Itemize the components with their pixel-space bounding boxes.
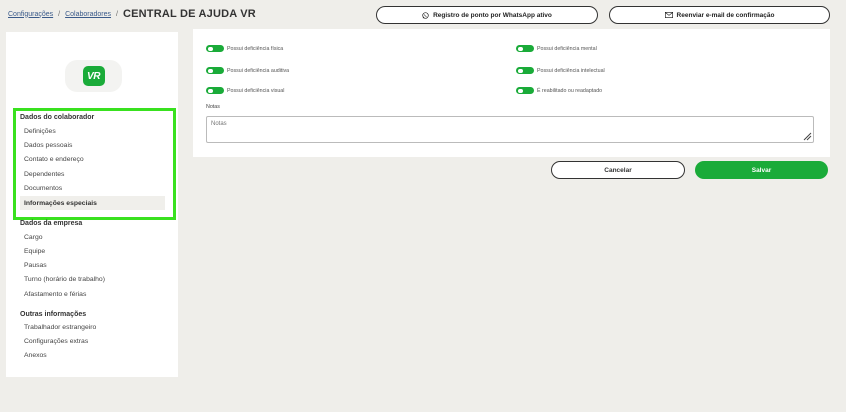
sidebar-item-pausas[interactable]: Pausas <box>20 258 165 272</box>
page-title: CENTRAL DE AJUDA VR <box>122 8 256 20</box>
toggle-switch[interactable] <box>516 67 534 74</box>
sidebar-item-trabalhador-estrangeiro[interactable]: Trabalhador estrangeiro <box>20 320 165 334</box>
sidebar-item-definicoes[interactable]: Definições <box>20 124 165 138</box>
toggle-label: É reabilitado ou readaptado <box>537 87 603 94</box>
resend-email-label: Reenviar e-mail de confirmação <box>676 11 775 19</box>
toggle-switch[interactable] <box>516 45 534 52</box>
notes-label: Notas <box>206 104 220 110</box>
toggle-switch[interactable] <box>206 87 224 94</box>
toggle-deficiencia-intelectual[interactable]: Possui deficiência intelectual <box>516 67 605 74</box>
whatsapp-icon <box>422 11 429 19</box>
sidebar-item-documentos[interactable]: Documentos <box>20 181 165 195</box>
section-title-dados-colaborador: Dados do colaborador <box>20 114 95 121</box>
cancel-button[interactable]: Cancelar <box>551 161 685 179</box>
toggle-reabilitado-readaptado[interactable]: É reabilitado ou readaptado <box>516 87 602 94</box>
toggle-label: Possui deficiência auditiva <box>227 67 290 74</box>
breadcrumb-separator: / <box>116 10 118 18</box>
toggle-switch[interactable] <box>516 87 534 94</box>
breadcrumb-link-configuracoes[interactable]: Configurações <box>8 11 53 18</box>
breadcrumb-link-colaboradores[interactable]: Colaboradores <box>65 11 111 18</box>
toggle-switch[interactable] <box>206 45 224 52</box>
company-logo: VR <box>65 60 122 92</box>
toggle-deficiencia-fisica[interactable]: Possui deficiência física <box>206 45 283 52</box>
sidebar-item-anexos[interactable]: Anexos <box>20 348 165 362</box>
sidebar-item-informacoes-especiais[interactable]: Informações especiais <box>20 196 165 210</box>
toggle-label: Possui deficiência física <box>227 45 284 52</box>
notes-textarea[interactable] <box>206 116 814 143</box>
toggle-label: Possui deficiência visual <box>227 87 285 94</box>
toggle-label: Possui deficiência mental <box>537 45 597 52</box>
section-title-dados-empresa: Dados da empresa <box>20 220 83 227</box>
breadcrumb-separator: / <box>58 10 61 18</box>
toggle-switch[interactable] <box>206 67 224 74</box>
toggle-deficiencia-visual[interactable]: Possui deficiência visual <box>206 87 284 94</box>
resend-email-button[interactable]: Reenviar e-mail de confirmação <box>609 6 830 24</box>
sidebar-item-contato-endereco[interactable]: Contato e endereço <box>20 152 165 166</box>
toggle-label: Possui deficiência intelectual <box>537 67 605 74</box>
sidebar-item-cargo[interactable]: Cargo <box>20 230 165 244</box>
sidebar-item-configuracoes-extras[interactable]: Configurações extras <box>20 334 165 348</box>
sidebar-item-dependentes[interactable]: Dependentes <box>20 167 165 181</box>
resize-handle-icon[interactable] <box>802 131 812 141</box>
section-title-outras-informacoes: Outras informações <box>20 311 87 318</box>
save-button[interactable]: Salvar <box>695 161 828 179</box>
toggle-deficiencia-mental[interactable]: Possui deficiência mental <box>516 45 597 52</box>
sidebar-item-afastamento-ferias[interactable]: Afastamento e férias <box>20 287 165 301</box>
sidebar-item-equipe[interactable]: Equipe <box>20 244 165 258</box>
toggle-deficiencia-auditiva[interactable]: Possui deficiência auditiva <box>206 67 289 74</box>
whatsapp-status-button[interactable]: Registro de ponto por WhatsApp ativo <box>376 6 598 24</box>
sidebar: VR Dados do colaborador Definições Dados… <box>6 32 178 377</box>
sidebar-item-turno[interactable]: Turno (horário de trabalho) <box>20 272 165 286</box>
breadcrumb: Configurações / Colaboradores / CENTRAL … <box>8 8 256 20</box>
vr-logo-badge: VR <box>82 66 105 86</box>
whatsapp-status-label: Registro de ponto por WhatsApp ativo <box>433 11 552 19</box>
sidebar-item-dados-pessoais[interactable]: Dados pessoais <box>20 138 165 152</box>
mail-icon <box>664 12 673 18</box>
